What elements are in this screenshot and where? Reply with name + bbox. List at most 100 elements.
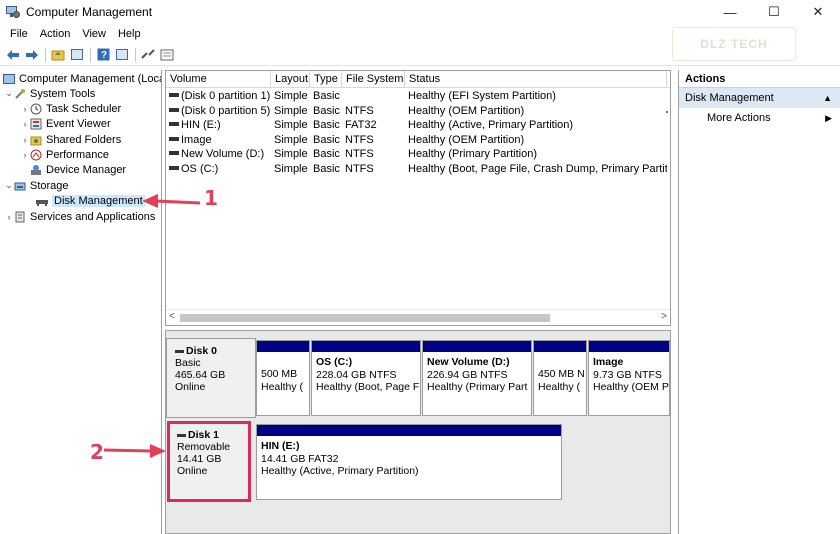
maximize-button[interactable]: ☐	[752, 0, 796, 24]
menu-file[interactable]: File	[4, 28, 34, 40]
properties-icon	[160, 49, 174, 60]
tree-device-manager[interactable]: Device Manager	[30, 162, 126, 177]
tree-disk-management[interactable]: Disk Management	[36, 193, 145, 208]
chevron-down-icon[interactable]: ⌄	[4, 88, 14, 99]
chevron-right-icon[interactable]: ›	[20, 119, 30, 129]
forward-button[interactable]	[23, 46, 41, 64]
disk-0-partition-image[interactable]: Image 9.73 GB NTFS Healthy (OEM P	[588, 340, 670, 416]
table-row[interactable]: OS (C:) Simple Basic NTFS Healthy (Boot, Pag…	[166, 162, 670, 176]
column-header-type[interactable]: Type	[310, 71, 342, 88]
collapse-up-icon[interactable]: ▲	[823, 88, 832, 108]
volume-name-cell: OS (C:)	[166, 162, 271, 176]
tree-performance[interactable]: › Performance	[20, 147, 109, 162]
tree-event-viewer[interactable]: › Event Viewer	[20, 116, 111, 131]
chevron-down-icon[interactable]: ⌄	[4, 180, 14, 191]
volume-name-cell: (Disk 0 partition 5)	[166, 104, 271, 118]
minimize-button[interactable]: —	[708, 0, 752, 24]
more-actions-label: More Actions	[707, 112, 771, 124]
column-header-volume[interactable]: Volume	[166, 71, 271, 88]
console-tree: Computer Management (Local ⌄ System Tool…	[0, 70, 162, 534]
cell-text: (Disk 0 partition 5)	[181, 104, 271, 117]
disk-0-partition-4[interactable]: 450 MB N Healthy (	[533, 340, 587, 416]
cell-text: HIN (E:)	[181, 119, 221, 131]
disk-0-box[interactable]: Disk 0 Basic 465.64 GB Online	[166, 338, 256, 418]
table-cell: NTFS	[342, 133, 405, 147]
partition-status: Healthy (OEM P	[593, 381, 669, 393]
table-row[interactable]: (Disk 0 partition 5) Simple Basic NTFS Healt…	[166, 104, 670, 118]
cell-text: Basic	[313, 133, 340, 146]
tree-shared-folders[interactable]: › Shared Folders	[20, 132, 122, 147]
actions-section-label: Disk Management	[685, 92, 774, 104]
cell-text: Basic	[313, 148, 340, 160]
actions-section-disk-management[interactable]: Disk Management ▲	[679, 88, 840, 108]
scroll-right-icon[interactable]: >	[661, 311, 667, 322]
menu-view[interactable]: View	[76, 28, 112, 40]
tree-storage[interactable]: ⌄ Storage	[4, 178, 68, 193]
partition-bar	[257, 425, 561, 436]
table-cell: Basic	[310, 104, 342, 118]
computer-management-icon	[6, 5, 20, 19]
table-cell: Healthy (EFI System Partition)	[405, 89, 667, 103]
cell-text: NTFS	[345, 104, 374, 117]
chevron-right-icon[interactable]: ›	[20, 150, 30, 160]
more-actions-item[interactable]: More Actions ▶	[679, 108, 840, 128]
shared-folder-icon	[30, 134, 42, 146]
column-header-status[interactable]: Status	[405, 71, 667, 88]
show-hide-console-tree-button[interactable]	[68, 46, 86, 64]
cell-text: FAT32	[345, 119, 377, 131]
scrollbar-thumb[interactable]	[180, 314, 550, 322]
close-button[interactable]: ✕	[796, 0, 840, 24]
table-cell: Healthy (Boot, Page File, Crash Dump, Pr…	[405, 162, 667, 176]
cell-text: Simple	[274, 90, 308, 102]
properties-button[interactable]	[158, 46, 176, 64]
device-manager-icon	[30, 164, 42, 176]
watermark-logo: DLZ TECH	[672, 27, 796, 61]
disk-0-name: Disk 0	[186, 345, 217, 357]
disk-1-partition-hin-e[interactable]: HIN (E:) 14.41 GB FAT32 Healthy (Active,…	[256, 424, 562, 500]
partition-bar	[257, 341, 309, 352]
action-pane-icon	[116, 49, 128, 60]
volume-icon	[169, 165, 179, 170]
disk-management-icon	[36, 195, 48, 207]
volume-name-cell: (Disk 0 partition 1)	[166, 89, 271, 103]
scroll-left-icon[interactable]: <	[169, 311, 175, 322]
partition-title: HIN (E:)	[261, 440, 300, 452]
tree-services-applications[interactable]: › Services and Applications	[4, 209, 156, 224]
table-row[interactable]: Image Simple Basic NTFS Healthy (OEM Partiti…	[166, 133, 670, 147]
back-button[interactable]	[4, 46, 22, 64]
tree-root[interactable]: Computer Management (Local	[3, 71, 161, 86]
table-row[interactable]: New Volume (D:) Simple Basic NTFS Healthy (P…	[166, 147, 670, 161]
cell-text: Healthy (Active, Primary Partition)	[408, 119, 574, 131]
tree-task-scheduler[interactable]: › Task Scheduler	[20, 101, 122, 116]
disk-0-partition-new-volume-d[interactable]: New Volume (D:) 226.94 GB NTFS Healthy (…	[422, 340, 532, 416]
column-header-file-system[interactable]: File System	[342, 71, 405, 88]
actions-header: Actions	[679, 70, 840, 88]
partition-size: 226.94 GB NTFS	[427, 368, 508, 381]
chevron-right-icon[interactable]: ›	[4, 212, 14, 222]
cell-text: Simple	[274, 133, 308, 146]
chevron-right-icon[interactable]: ›	[20, 104, 30, 114]
table-cell: Simple	[271, 133, 310, 147]
connect-button[interactable]	[139, 46, 157, 64]
horizontal-scrollbar[interactable]: < >	[166, 309, 670, 325]
column-header-layout[interactable]: Layout	[271, 71, 310, 88]
table-cell: Simple	[271, 147, 310, 161]
menu-action[interactable]: Action	[34, 28, 77, 40]
table-cell: NTFS	[342, 162, 405, 176]
disk-0-size: 465.64 GB	[175, 369, 226, 381]
table-row[interactable]: HIN (E:) Simple Basic FAT32 Healthy (Active,…	[166, 118, 670, 132]
show-hide-action-pane-button[interactable]	[113, 46, 131, 64]
help-button[interactable]: ?	[94, 46, 112, 64]
tree-system-tools[interactable]: ⌄ System Tools	[4, 86, 95, 101]
event-viewer-icon	[30, 118, 42, 130]
window-title: Computer Management	[26, 5, 153, 19]
disk-0-partition-os-c[interactable]: OS (C:) 228.04 GB NTFS Healthy (Boot, Pa…	[311, 340, 421, 416]
cell-text: Healthy (Boot, Page File, Crash Dump, Pr…	[408, 162, 667, 175]
chevron-right-icon[interactable]: ›	[20, 135, 30, 145]
toolbar-separator	[135, 47, 136, 62]
cell-text: Basic	[313, 119, 340, 131]
table-row[interactable]: (Disk 0 partition 1) Simple Basic Healthy (…	[166, 89, 670, 103]
menu-help[interactable]: Help	[112, 28, 147, 40]
disk-0-partition-1[interactable]: 500 MB Healthy (	[256, 340, 310, 416]
up-one-level-button[interactable]	[49, 46, 67, 64]
